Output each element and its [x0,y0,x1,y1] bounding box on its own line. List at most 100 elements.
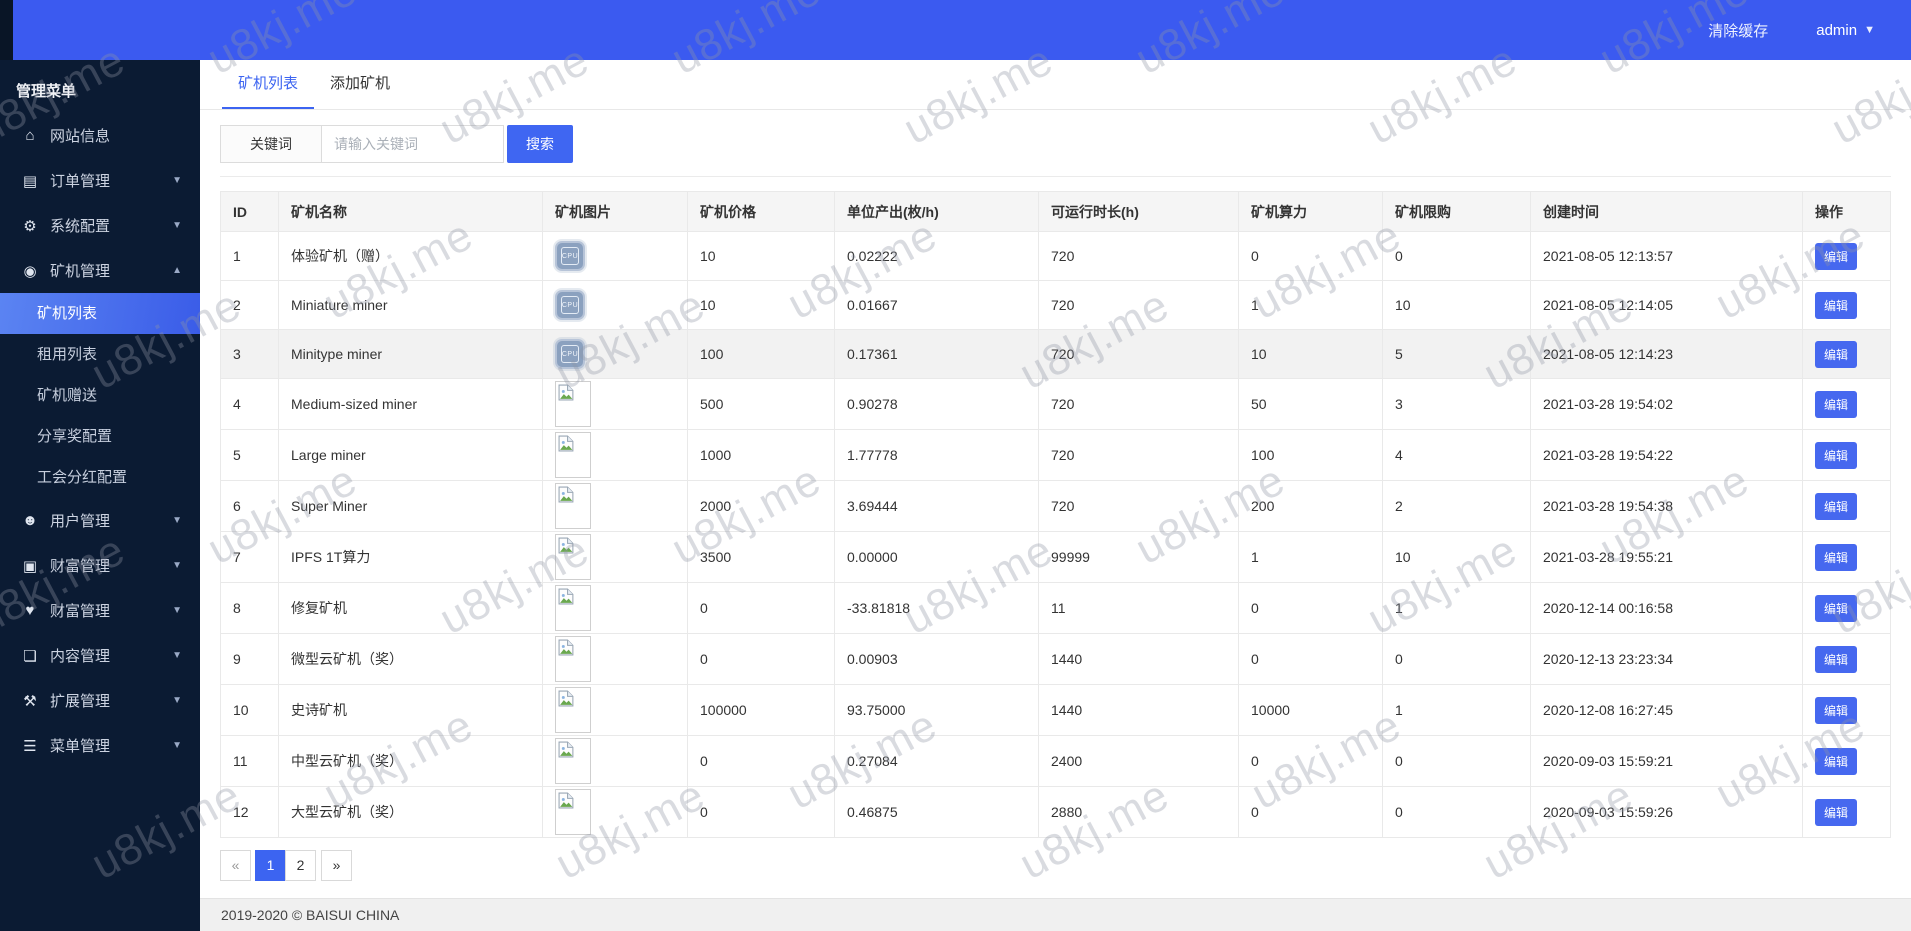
clear-cache-link[interactable]: 清除缓存 [1708,20,1768,41]
table-row: 5 Large miner 1000 1.77778 720 100 4 2021-03-28… [220,429,1891,481]
sidebar-item-wealth-mgmt-1[interactable]: ▣ 财富管理 ▼ [0,543,200,588]
sidebar-item-union-dividend-config[interactable]: 工会分红配置 [0,457,200,498]
cpu-chip-icon: CPU [555,290,585,320]
tab-add-miner[interactable]: 添加矿机 [314,60,406,109]
edit-button[interactable]: 编辑 [1815,594,1858,622]
cell-name: 大型云矿机（奖） [278,786,543,838]
edit-button[interactable]: 编辑 [1815,492,1858,520]
cell-price: 0 [687,786,835,838]
edit-button[interactable]: 编辑 [1815,390,1858,418]
cell-limit: 2 [1382,480,1531,532]
cell-price: 3500 [687,531,835,583]
sidebar-item-user-mgmt[interactable]: ☻ 用户管理 ▼ [0,498,200,543]
menu-icon: ☰ [23,737,37,755]
chevron-down-icon: ▼ [172,220,182,231]
sidebar-item-label: 用户管理 [50,513,111,530]
edit-button[interactable]: 编辑 [1815,543,1858,571]
sidebar-item-content-mgmt[interactable]: ❏ 内容管理 ▼ [0,633,200,678]
cell-power: 1 [1238,280,1383,330]
edit-button[interactable]: 编辑 [1815,441,1858,469]
edit-button[interactable]: 编辑 [1815,696,1858,724]
table-row: 10 史诗矿机 100000 93.75000 1440 10000 1 2020-12-08… [220,684,1891,736]
cell-image [542,582,688,634]
cell-limit: 0 [1382,786,1531,838]
edit-button[interactable]: 编辑 [1815,798,1858,826]
table-row: 3 Minitype miner CPU 100 0.17361 720 10 5 2021-0… [220,329,1891,379]
pagination-page-2[interactable]: 2 [285,850,316,881]
cell-image [542,531,688,583]
cell-name: Minitype miner [278,329,543,379]
sidebar-title: 管理菜单 [16,83,77,100]
cell-name: Medium-sized miner [278,378,543,430]
edit-button[interactable]: 编辑 [1815,340,1858,368]
cell-id: 4 [220,378,279,430]
table-row: 7 IPFS 1T算力 3500 0.00000 99999 1 10 2021-03-28 … [220,531,1891,583]
sidebar-item-wealth-mgmt-2[interactable]: ♥ 财富管理 ▼ [0,588,200,633]
cell-image [542,735,688,787]
cell-limit: 10 [1382,280,1531,330]
cell-limit: 0 [1382,231,1531,281]
keyword-input[interactable] [322,125,504,163]
cell-power: 0 [1238,231,1383,281]
chevron-down-icon: ▼ [172,175,182,186]
cell-id: 1 [220,231,279,281]
cell-image [542,378,688,430]
table-row: 9 微型云矿机（奖） 0 0.00903 1440 0 0 2020-12-13 23:23:… [220,633,1891,685]
cell-output: 0.00903 [834,633,1039,685]
pagination-next[interactable]: » [321,850,352,881]
edit-button[interactable]: 编辑 [1815,242,1858,270]
cell-image [542,429,688,481]
sidebar-nav: ⌂ 网站信息 ▤ 订单管理 ▼ ⚙ 系统配置 ▼ ◉ 矿机管理 ▲ 矿机列表 租用列表 矿机赠送 分享奖配置… [0,113,200,768]
cell-actions: 编辑 [1802,582,1891,634]
sidebar-item-menu-mgmt[interactable]: ☰ 菜单管理 ▼ [0,723,200,768]
cell-actions: 编辑 [1802,231,1891,281]
cell-created: 2021-08-05 12:14:23 [1530,329,1803,379]
sidebar-item-orders[interactable]: ▤ 订单管理 ▼ [0,158,200,203]
chevron-down-icon: ▼ [172,515,182,526]
cell-created: 2021-08-05 12:13:57 [1530,231,1803,281]
miner-icon: ◉ [23,262,37,280]
table-row: 2 Miniature miner CPU 10 0.01667 720 1 10 2021-0… [220,280,1891,330]
sidebar-item-share-reward-config[interactable]: 分享奖配置 [0,416,200,457]
cell-price: 100000 [687,684,835,736]
tab-miner-list[interactable]: 矿机列表 [222,60,315,109]
cell-output: 0.02222 [834,231,1039,281]
edit-button[interactable]: 编辑 [1815,747,1858,775]
pagination-page-1[interactable]: 1 [255,850,286,881]
home-icon: ⌂ [25,127,35,144]
sidebar-item-miner-list[interactable]: 矿机列表 [0,293,200,334]
cell-created: 2020-12-08 16:27:45 [1530,684,1803,736]
edit-button[interactable]: 编辑 [1815,645,1858,673]
user-menu[interactable]: admin ▼ [1816,22,1875,39]
cell-price: 2000 [687,480,835,532]
cell-actions: 编辑 [1802,531,1891,583]
cell-runtime: 1440 [1038,633,1239,685]
search-button[interactable]: 搜索 [507,125,573,163]
sidebar-item-site-info[interactable]: ⌂ 网站信息 [0,113,200,158]
cell-name: Miniature miner [278,280,543,330]
cell-image: CPU [542,280,688,330]
sidebar-item-extension-mgmt[interactable]: ⚒ 扩展管理 ▼ [0,678,200,723]
cell-id: 8 [220,582,279,634]
cell-actions: 编辑 [1802,480,1891,532]
sidebar-item-label: 订单管理 [50,173,111,190]
cell-output: 0.01667 [834,280,1039,330]
sidebar-submenu: 矿机列表 租用列表 矿机赠送 分享奖配置 工会分红配置 [0,293,200,498]
pagination-prev[interactable]: « [220,850,251,881]
sidebar-item-system-config[interactable]: ⚙ 系统配置 ▼ [0,203,200,248]
cell-name: 史诗矿机 [278,684,543,736]
sidebar-item-miner-gift[interactable]: 矿机赠送 [0,375,200,416]
edit-button[interactable]: 编辑 [1815,291,1858,319]
sidebar-item-miner-mgmt[interactable]: ◉ 矿机管理 ▲ [0,248,200,293]
cell-id: 9 [220,633,279,685]
cell-price: 500 [687,378,835,430]
table-header-row: ID 矿机名称 矿机图片 矿机价格 单位产出(枚/h) 可运行时长(h) 矿机算力 矿机限购创… [220,191,1891,232]
column-header: 矿机价格 [687,191,835,232]
sidebar-item-rental-list[interactable]: 租用列表 [0,334,200,375]
column-header: ID [220,191,279,232]
broken-image-icon [555,585,591,631]
cell-limit: 4 [1382,429,1531,481]
cell-price: 1000 [687,429,835,481]
sidebar-item-label: 菜单管理 [50,738,111,755]
chevron-down-icon: ▼ [172,650,182,661]
